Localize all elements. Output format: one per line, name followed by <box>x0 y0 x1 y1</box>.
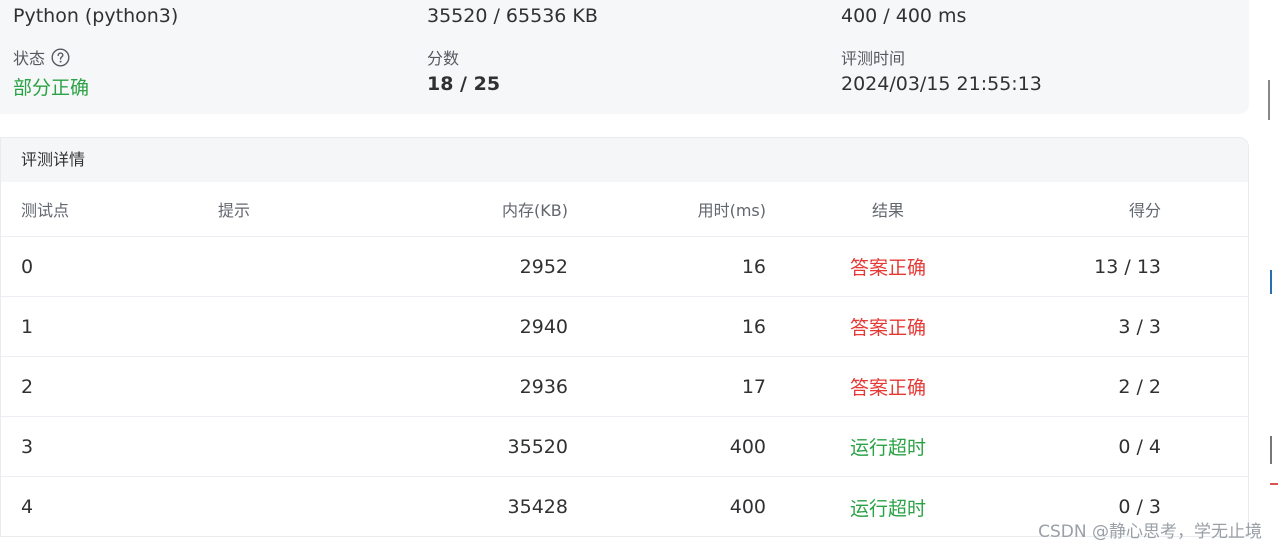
case-result: 答案正确 <box>849 257 927 279</box>
case-result: 运行超时 <box>849 497 927 520</box>
score-label: 分数 <box>427 49 460 68</box>
case-id: 1 <box>21 315 34 338</box>
csdn-watermark: CSDN @静心思考，学无止境 <box>1038 522 1262 542</box>
case-time: 17 <box>741 375 766 398</box>
edge-fragment <box>1270 483 1278 485</box>
case-memory: 2940 <box>519 315 568 338</box>
judge-details-card: 评测详情 测试点 提示 内存(KB) 用时(ms) 结果 得分 0 2952 1… <box>0 137 1249 537</box>
table-body: 0 2952 16 答案正确 13 / 13 1 2940 16 答案正确 3 … <box>1 237 1248 536</box>
case-score: 2 / 2 <box>1118 375 1161 398</box>
case-id: 3 <box>21 435 34 458</box>
score-value: 18 / 25 <box>427 73 501 95</box>
case-score: 13 / 13 <box>1094 255 1161 278</box>
judge-time-value: 2024/03/15 21:55:13 <box>841 73 1042 95</box>
status-label-text: 状态 <box>13 49 46 68</box>
case-score: 3 / 3 <box>1118 315 1161 338</box>
column-header-score: 得分 <box>1128 201 1161 220</box>
question-circle-icon[interactable] <box>51 47 70 67</box>
judge-time-label: 评测时间 <box>841 49 906 68</box>
time-value: 400 / 400 ms <box>841 5 967 27</box>
submission-summary: Python (python3) 35520 / 65536 KB 400 / … <box>0 0 1249 114</box>
case-memory: 2936 <box>519 375 568 398</box>
column-header-time: 用时(ms) <box>697 201 766 220</box>
edge-fragment <box>1268 80 1274 120</box>
case-time: 400 <box>729 435 766 458</box>
judge-details-title: 评测详情 <box>1 138 1248 182</box>
case-memory: 2952 <box>519 255 568 278</box>
case-time: 16 <box>741 255 766 278</box>
case-time: 400 <box>729 496 766 518</box>
case-memory: 35520 <box>507 435 568 458</box>
case-memory: 35428 <box>507 496 568 518</box>
table-row: 2 2936 17 答案正确 2 / 2 <box>1 357 1248 417</box>
table-row: 0 2952 16 答案正确 13 / 13 <box>1 237 1248 297</box>
case-time: 16 <box>741 315 766 338</box>
status-label: 状态 <box>13 45 70 69</box>
case-result: 运行超时 <box>849 437 927 459</box>
column-header-result: 结果 <box>871 201 905 220</box>
case-result: 答案正确 <box>849 377 927 399</box>
case-id: 0 <box>21 255 34 278</box>
table-row: 3 35520 400 运行超时 0 / 4 <box>1 417 1248 477</box>
column-header-memory: 内存(KB) <box>502 201 568 220</box>
case-id: 2 <box>21 375 34 398</box>
memory-value: 35520 / 65536 KB <box>427 5 598 27</box>
edge-fragment <box>1270 436 1278 464</box>
case-id: 4 <box>21 496 34 518</box>
language-value: Python (python3) <box>13 5 179 27</box>
status-value: 部分正确 <box>13 77 90 99</box>
case-result: 答案正确 <box>849 317 927 339</box>
column-header-hint: 提示 <box>218 201 251 220</box>
case-score: 0 / 4 <box>1118 435 1161 458</box>
table-header: 测试点 提示 内存(KB) 用时(ms) 结果 得分 <box>1 182 1248 237</box>
cropped-page-edge <box>1256 0 1278 549</box>
edge-fragment <box>1270 270 1274 294</box>
column-header-case: 测试点 <box>21 201 70 220</box>
table-row: 1 2940 16 答案正确 3 / 3 <box>1 297 1248 357</box>
